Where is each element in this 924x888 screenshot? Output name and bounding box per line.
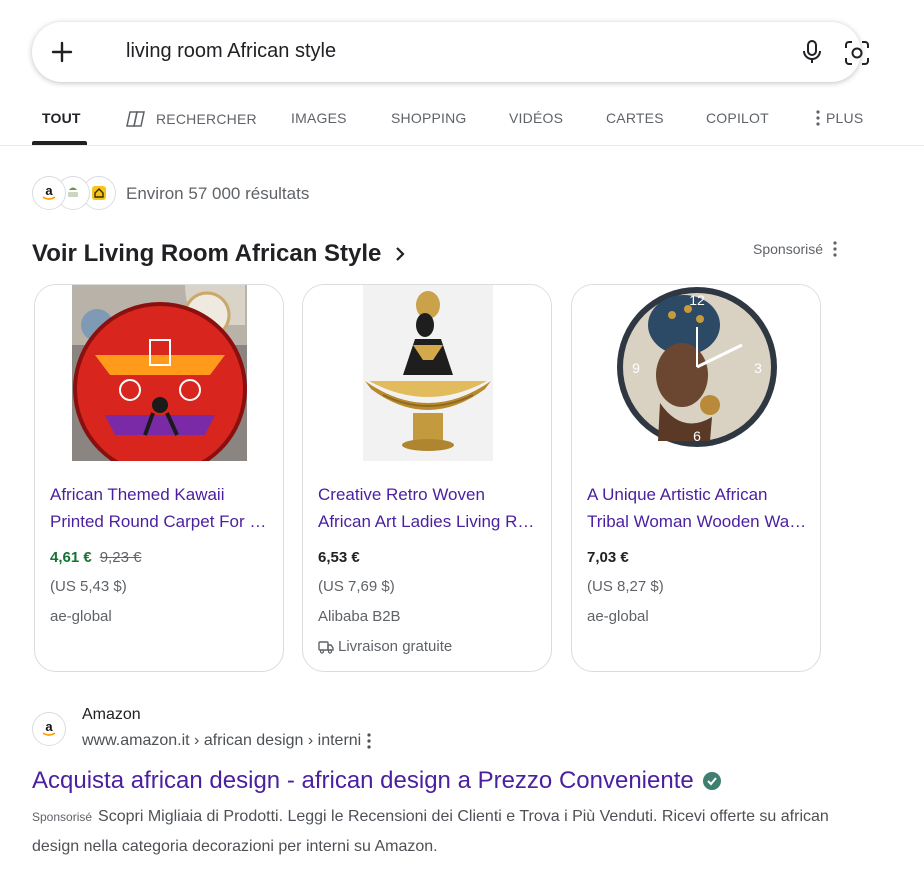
- old-price: 9,23 €: [99, 549, 142, 566]
- amazon-icon: a: [32, 176, 66, 210]
- product-title-line: Tribal Woman Wooden Wall Clock: [587, 512, 809, 531]
- ad-description: Sponsorisé Scopri Migliaia di Prodotti. L…: [32, 802, 852, 862]
- kebab-icon[interactable]: [367, 733, 371, 749]
- product-title[interactable]: Creative Retro Woven African Art Ladies …: [318, 481, 540, 535]
- search-input[interactable]: living room African style: [126, 40, 336, 63]
- camera-lens-icon[interactable]: [842, 38, 872, 68]
- sale-price: 4,61 €: [50, 549, 92, 566]
- truck-icon: [318, 640, 334, 654]
- seller-name: ae-global: [50, 608, 112, 625]
- tab-images[interactable]: IMAGES: [291, 110, 347, 126]
- ad-title: Acquista african design - african design…: [32, 767, 694, 794]
- sponsored-text: Sponsorisé: [753, 241, 824, 257]
- ad-description-text: Scopri Migliaia di Prodotti. Leggi le Re…: [32, 808, 829, 855]
- svg-text:a: a: [45, 719, 53, 734]
- product-title[interactable]: A Unique Artistic African Tribal Woman W…: [587, 481, 809, 535]
- product-price: 6,53 €: [318, 549, 360, 566]
- tab-all[interactable]: TOUT: [42, 110, 81, 126]
- plus-icon[interactable]: [40, 30, 84, 74]
- tab-label: CARTES: [606, 110, 664, 126]
- shopping-heading[interactable]: Voir Living Room African Style: [32, 240, 405, 268]
- delivery-info: Livraison gratuite: [318, 638, 452, 655]
- product-price: 7,03 €: [587, 549, 629, 566]
- tab-search[interactable]: RECHERCHER: [126, 110, 257, 128]
- result-count: Environ 57 000 résultats: [126, 184, 310, 203]
- svg-text:6: 6: [693, 428, 701, 444]
- tab-label: IMAGES: [291, 110, 347, 126]
- tab-label: COPILOT: [706, 110, 769, 126]
- product-price: 4,61 € 9,23 €: [50, 549, 141, 566]
- sponsored-text: Sponsorisé: [32, 810, 93, 824]
- tab-copilot[interactable]: COPILOT: [706, 110, 769, 126]
- source-favicons: a: [32, 176, 116, 212]
- product-card[interactable]: Creative Retro Woven African Art Ladies …: [302, 284, 552, 672]
- svg-text:3: 3: [754, 360, 762, 376]
- shopping-title: Voir Living Room African Style: [32, 240, 382, 267]
- product-image: [35, 285, 283, 461]
- usd-price: (US 5,43 $): [50, 578, 127, 595]
- usd-price: (US 7,69 $): [318, 578, 395, 595]
- usd-price: (US 8,27 $): [587, 578, 664, 595]
- product-card[interactable]: African Themed Kawaii Printed Round Carp…: [34, 284, 284, 672]
- active-tab-indicator: [32, 141, 87, 145]
- tab-label: PLUS: [826, 110, 864, 126]
- sponsored-label: Sponsorisé: [753, 241, 837, 257]
- product-image: [303, 285, 551, 461]
- product-title-line: African Themed Kawaii: [50, 485, 225, 504]
- seller-name: ae-global: [587, 608, 649, 625]
- search-tabs: TOUT RECHERCHER IMAGES SHOPPING VIDÉOS C…: [0, 100, 924, 146]
- search-bar[interactable]: living room African style: [32, 22, 869, 82]
- microphone-icon[interactable]: [798, 38, 826, 66]
- tab-maps[interactable]: CARTES: [606, 110, 664, 126]
- ad-url-text: www.amazon.it › african design › interni: [82, 732, 362, 749]
- product-card[interactable]: 12 3 6 9 A Unique Artistic African Triba…: [571, 284, 821, 672]
- svg-text:9: 9: [632, 360, 640, 376]
- tab-label: SHOPPING: [391, 110, 467, 126]
- product-title-line: Creative Retro Woven: [318, 485, 485, 504]
- tab-videos[interactable]: VIDÉOS: [509, 110, 563, 126]
- tab-label: VIDÉOS: [509, 110, 564, 126]
- kebab-icon: [816, 110, 820, 126]
- product-title-line: A Unique Artistic African: [587, 485, 768, 504]
- tab-label: TOUT: [42, 110, 81, 126]
- svg-text:a: a: [45, 183, 53, 198]
- chevron-right-icon: [396, 247, 405, 261]
- product-title[interactable]: African Themed Kawaii Printed Round Carp…: [50, 481, 272, 535]
- verified-icon: [702, 772, 721, 790]
- svg-text:12: 12: [689, 292, 705, 308]
- kebab-icon[interactable]: [833, 241, 837, 257]
- tab-more[interactable]: PLUS: [816, 110, 863, 126]
- ad-url[interactable]: www.amazon.it › african design › interni: [82, 732, 371, 750]
- product-image: 12 3 6 9: [572, 285, 820, 461]
- delivery-text: Livraison gratuite: [338, 638, 453, 655]
- copilot-search-icon: [126, 111, 145, 127]
- amazon-icon[interactable]: a: [32, 712, 66, 746]
- ad-title-link[interactable]: Acquista african design - african design…: [32, 767, 722, 795]
- ad-site-name[interactable]: Amazon: [82, 706, 141, 724]
- product-title-line: African Art Ladies Living Room: [318, 512, 540, 531]
- product-title-line: Printed Round Carpet For Living Room: [50, 512, 272, 531]
- tab-label: RECHERCHER: [156, 111, 257, 127]
- tab-shopping[interactable]: SHOPPING: [391, 110, 467, 126]
- seller-name: Alibaba B2B: [318, 608, 401, 625]
